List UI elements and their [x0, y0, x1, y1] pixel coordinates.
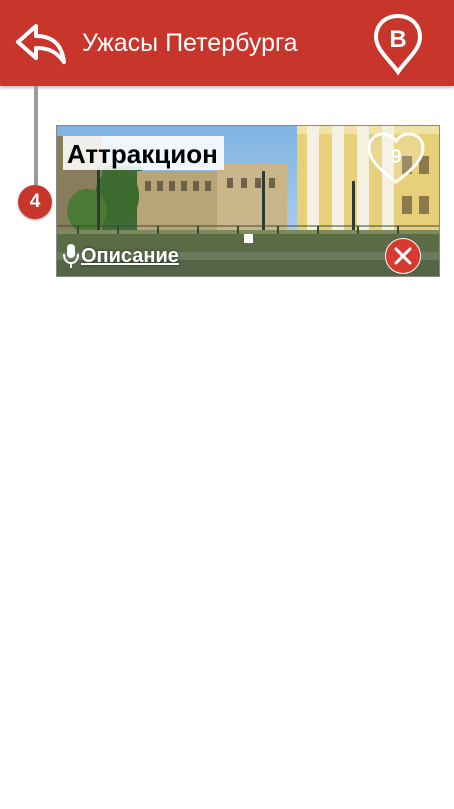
- attraction-title: Аттракцион: [63, 136, 224, 170]
- step-number-badge: 4: [18, 185, 52, 219]
- close-circle-icon: [394, 247, 412, 265]
- back-button[interactable]: [14, 20, 68, 66]
- svg-text:B: B: [389, 26, 406, 53]
- reply-arrow-icon: [16, 24, 66, 64]
- description-link[interactable]: Описание: [61, 242, 179, 270]
- page-title: Ужасы Петербурга: [82, 29, 298, 57]
- close-button[interactable]: [385, 238, 421, 274]
- b-location-pin-icon: B: [373, 13, 423, 76]
- app-bar: Ужасы Петербурга B: [0, 0, 454, 86]
- favorite-count: 9: [390, 146, 402, 168]
- favorite-button[interactable]: 9: [363, 130, 429, 188]
- description-label: Описание: [81, 244, 179, 267]
- brand-pin-button[interactable]: B: [372, 12, 424, 76]
- microphone-icon: [63, 244, 79, 268]
- attraction-card[interactable]: Аттракцион 9 Описание: [56, 125, 440, 277]
